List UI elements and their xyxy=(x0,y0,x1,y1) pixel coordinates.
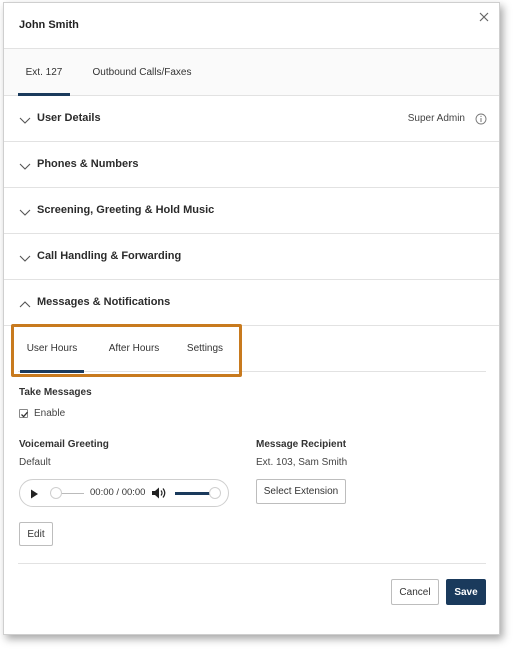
tab-user-hours[interactable]: User Hours xyxy=(20,326,84,373)
volume-handle[interactable] xyxy=(209,487,221,499)
dialog-title: John Smith xyxy=(19,19,79,31)
top-tab-bar: Ext. 127 Outbound Calls/Faxes xyxy=(4,49,499,96)
seek-handle[interactable] xyxy=(50,487,62,499)
role-label: Super Admin xyxy=(407,113,465,124)
chevron-down-icon xyxy=(19,159,31,170)
select-extension-button[interactable]: Select Extension xyxy=(256,479,346,504)
save-button[interactable]: Save xyxy=(446,579,486,605)
checkmark-icon xyxy=(21,411,28,418)
info-icon[interactable] xyxy=(475,112,487,125)
section-label: Phones & Numbers xyxy=(37,158,139,170)
tab-outbound-calls-faxes[interactable]: Outbound Calls/Faxes xyxy=(90,49,194,96)
voicemail-greeting-value: Default xyxy=(19,457,51,468)
dialog-header: John Smith xyxy=(4,3,499,49)
section-call-handling[interactable]: Call Handling & Forwarding xyxy=(4,234,499,280)
section-phones-numbers[interactable]: Phones & Numbers xyxy=(4,142,499,188)
section-user-details[interactable]: User Details Super Admin xyxy=(4,96,499,142)
chevron-down-icon xyxy=(19,113,31,124)
enable-label: Enable xyxy=(34,408,66,419)
message-recipient-value: Ext. 103, Sam Smith xyxy=(256,457,348,468)
sub-tab-bar: User Hours After Hours Settings xyxy=(18,326,486,373)
chevron-down-icon xyxy=(19,205,31,216)
user-dialog: John Smith Ext. 127 Outbound Calls/Faxes… xyxy=(3,2,500,635)
play-icon[interactable] xyxy=(28,487,40,499)
volume-icon[interactable] xyxy=(151,486,167,500)
section-screening-greeting[interactable]: Screening, Greeting & Hold Music xyxy=(4,188,499,234)
message-recipient-heading: Message Recipient xyxy=(256,439,347,450)
playback-time: 00:00 / 00:00 xyxy=(90,487,146,498)
tab-after-hours[interactable]: After Hours xyxy=(104,326,164,372)
chevron-up-icon xyxy=(19,297,31,308)
tab-ext-127[interactable]: Ext. 127 xyxy=(18,49,70,96)
voicemail-greeting-heading: Voicemail Greeting xyxy=(19,439,109,450)
close-icon[interactable] xyxy=(478,10,490,22)
take-messages-heading: Take Messages xyxy=(19,387,92,398)
section-messages-notifications[interactable]: Messages & Notifications xyxy=(4,280,499,326)
tab-settings[interactable]: Settings xyxy=(184,326,226,372)
section-label: Screening, Greeting & Hold Music xyxy=(37,204,215,216)
enable-checkbox[interactable] xyxy=(19,409,28,418)
audio-player: 00:00 / 00:00 xyxy=(19,479,229,507)
edit-button[interactable]: Edit xyxy=(19,522,53,546)
section-label: Call Handling & Forwarding xyxy=(37,250,182,262)
section-label: User Details xyxy=(37,112,101,124)
cancel-button[interactable]: Cancel xyxy=(391,579,439,605)
section-label: Messages & Notifications xyxy=(37,296,171,308)
footer-divider xyxy=(18,563,486,564)
chevron-down-icon xyxy=(19,251,31,262)
